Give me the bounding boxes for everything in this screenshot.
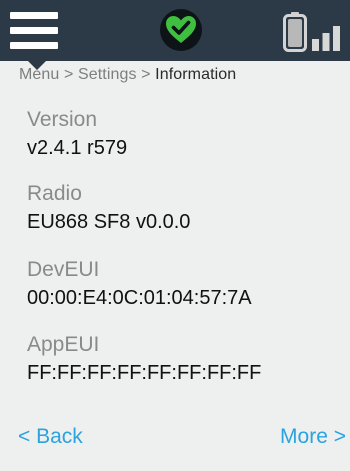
menu-icon-bar bbox=[10, 42, 58, 49]
heart-check-icon bbox=[160, 9, 202, 51]
menu-icon[interactable] bbox=[10, 8, 60, 54]
appeui-value: FF:FF:FF:FF:FF:FF:FF:FF bbox=[27, 362, 262, 384]
breadcrumb-item-information: Information bbox=[155, 66, 237, 83]
radio-label: Radio bbox=[27, 182, 82, 205]
breadcrumb-separator: > bbox=[141, 66, 156, 83]
breadcrumb-item-settings: Settings bbox=[77, 66, 137, 83]
battery-icon bbox=[283, 12, 307, 52]
breadcrumb-separator: > bbox=[63, 66, 78, 83]
radio-info: Radio EU868 SF8 v0.0.0 bbox=[27, 182, 190, 234]
breadcrumb-item-menu: Menu bbox=[19, 66, 60, 83]
back-button[interactable]: < Back bbox=[18, 425, 83, 449]
menu-icon-bar bbox=[10, 12, 58, 19]
breadcrumb: Menu > Settings > Information bbox=[19, 66, 236, 84]
deveui-info: DevEUI 00:00:E4:0C:01:04:57:7A bbox=[27, 258, 252, 310]
top-status-bar bbox=[0, 0, 350, 61]
deveui-label: DevEUI bbox=[27, 258, 100, 281]
radio-value: EU868 SF8 v0.0.0 bbox=[27, 211, 191, 233]
version-value: v2.4.1 r579 bbox=[27, 137, 128, 159]
appeui-label: AppEUI bbox=[27, 333, 100, 356]
menu-icon-bar bbox=[10, 27, 58, 34]
version-label: Version bbox=[27, 108, 98, 131]
appeui-info: AppEUI FF:FF:FF:FF:FF:FF:FF:FF bbox=[27, 333, 261, 385]
signal-icon bbox=[312, 26, 340, 51]
version-info: Version v2.4.1 r579 bbox=[27, 108, 127, 160]
more-button[interactable]: More > bbox=[280, 425, 346, 449]
deveui-value: 00:00:E4:0C:01:04:57:7A bbox=[27, 287, 252, 309]
device-screen: Menu > Settings > Information Version v2… bbox=[0, 0, 350, 471]
